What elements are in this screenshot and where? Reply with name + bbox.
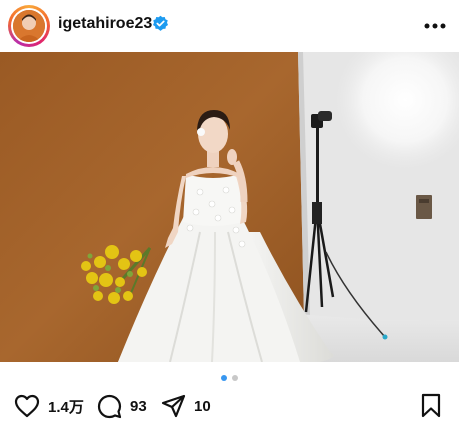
comment-icon <box>97 394 122 418</box>
post-header: igetahiroe23 <box>0 0 459 52</box>
like-button[interactable]: 1.4万 <box>14 392 84 420</box>
send-icon <box>161 394 186 418</box>
carousel-dot[interactable] <box>232 375 238 381</box>
carousel-indicator <box>0 375 459 381</box>
share-button[interactable]: 10 <box>161 392 211 420</box>
share-count: 10 <box>194 397 211 415</box>
carousel-dot-active[interactable] <box>221 375 227 381</box>
bookmark-icon <box>421 393 441 418</box>
username-link[interactable]: igetahiroe23 <box>58 15 152 33</box>
heart-icon <box>14 394 40 418</box>
comment-count: 93 <box>130 397 147 415</box>
wedding-photo-illustration <box>0 52 459 362</box>
avatar[interactable] <box>13 10 45 42</box>
like-count: 1.4万 <box>48 398 84 416</box>
more-options-icon[interactable] <box>422 14 448 38</box>
avatar-story-ring[interactable] <box>8 5 50 47</box>
verified-badge-icon <box>152 15 169 31</box>
wall-panel <box>416 195 432 219</box>
post-image[interactable] <box>0 52 459 362</box>
comment-button[interactable]: 93 <box>97 392 147 420</box>
avatar-image <box>13 10 45 42</box>
save-button[interactable] <box>420 393 442 423</box>
avatar-inner <box>11 8 47 44</box>
